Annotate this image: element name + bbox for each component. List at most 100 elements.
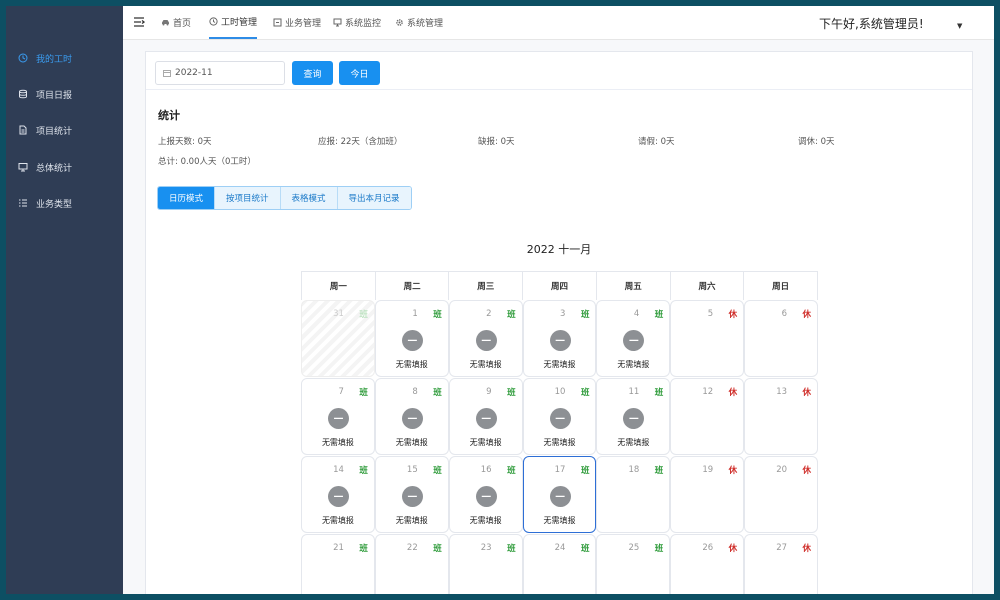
calendar-day-cell[interactable]: 18 班 (596, 456, 671, 533)
no-report-needed-icon: — (623, 408, 645, 429)
no-report-needed-icon: — (401, 330, 423, 351)
calendar-day-cell[interactable]: 2 班 — 无需填报 (448, 300, 523, 377)
app-window: 我的工时 项目日报 项目统计 总体统计 业务类型 首页 工时管理 业务管理 系统… (6, 6, 994, 594)
sidebar-item-project-stats[interactable]: 项目统计 (6, 112, 123, 148)
calendar-day-cell[interactable]: 4 班 — 无需填报 (596, 300, 671, 377)
calendar-day-cell[interactable]: 5休 (670, 300, 745, 377)
no-report-needed-icon: — (401, 486, 423, 507)
day-number: 5 (707, 309, 714, 319)
report-status-text: 无需填报 (543, 516, 576, 525)
report-status-text: 无需填报 (617, 438, 650, 447)
sidebar-item-label: 项目日报 (36, 90, 73, 101)
calendar-day-cell[interactable]: 3 班 — 无需填报 (522, 300, 597, 377)
sidebar-item-overall-stats[interactable]: 总体统计 (6, 149, 123, 185)
calendar-day-cell[interactable]: 21 班 (301, 534, 375, 594)
calendar-day-cell[interactable]: 15 班 — 无需填报 (374, 456, 449, 533)
workday-tag: 班 (359, 544, 368, 554)
calendar-day-cell[interactable]: 6休 (744, 300, 819, 377)
sidebar-item-my-hours[interactable]: 我的工时 (6, 40, 123, 76)
sidebar-item-business-type[interactable]: 业务类型 (6, 185, 123, 221)
no-report-needed-icon: — (475, 330, 497, 351)
stat-required-days: 应报: 22天（含加班） (318, 137, 403, 147)
rest-day-tag: 休 (802, 544, 812, 554)
rest-day-tag: 休 (802, 310, 812, 320)
calendar-day-cell[interactable]: 12 休 (670, 378, 745, 455)
day-number: 8 (412, 387, 418, 397)
sidebar-item-label: 总体统计 (36, 163, 73, 174)
day-number: 25 (628, 543, 640, 553)
report-status-text: 无需填报 (469, 438, 502, 447)
report-status-text: 无需填报 (469, 360, 502, 369)
report-status-text: 无需填报 (543, 360, 576, 369)
weekday-label: 周六 (671, 272, 745, 300)
calendar-day-cell[interactable]: 1 班 — 无需填报 (374, 300, 449, 377)
calendar-day-cell[interactable]: 31 班 (301, 300, 375, 377)
day-number: 1 (412, 309, 418, 319)
day-number: 21 (333, 543, 344, 553)
tab-hours-management[interactable]: 工时管理 (209, 6, 258, 39)
workday-tag: 班 (507, 544, 516, 554)
calendar-day-cell[interactable]: 24 班 (522, 534, 597, 594)
query-button[interactable]: 查询 (292, 61, 333, 85)
calendar-day-cell[interactable]: 13 休 (744, 378, 819, 455)
sidebar-item-label: 项目统计 (36, 126, 73, 137)
calendar-day-cell[interactable]: 10 班 — 无需填报 (522, 378, 597, 455)
workday-tag: 班 (507, 310, 516, 320)
workday-tag: 班 (654, 544, 664, 554)
calendar-day-cell[interactable]: 11 班 — 无需填报 (596, 378, 671, 455)
menu-toggle-icon[interactable] (133, 16, 146, 28)
calendar-day-cell[interactable]: 25 班 (596, 534, 671, 594)
car-icon (161, 18, 170, 27)
calendar-day-cell[interactable]: 7 班 — 无需填报 (301, 378, 375, 455)
report-status-text: 无需填报 (321, 516, 354, 525)
day-number: 3 (560, 309, 566, 319)
today-button[interactable]: 今日 (339, 61, 380, 85)
calendar-day-cell[interactable]: 22 班 (374, 534, 449, 594)
day-number: 2 (486, 309, 492, 319)
day-number: 31 (333, 309, 344, 319)
user-menu-caret-icon[interactable]: ▼ (957, 22, 962, 30)
calendar-day-cell[interactable]: 16 班 — 无需填报 (448, 456, 523, 533)
day-number: 10 (554, 387, 566, 397)
month-value: 2022-11 (175, 68, 213, 78)
workday-tag: 班 (433, 388, 442, 398)
user-greeting[interactable]: 下午好,系统管理员! (819, 15, 924, 32)
table-mode-button[interactable]: 表格模式 (280, 187, 338, 209)
clock-icon (18, 53, 28, 63)
calendar-day-cell[interactable]: 23 班 (448, 534, 523, 594)
weekday-label: 周日 (772, 282, 790, 292)
tab-system-monitor[interactable]: 系统监控 (333, 6, 381, 39)
workday-tag: 班 (359, 388, 368, 398)
weekday-label: 周五 (597, 272, 671, 300)
workday-tag: 班 (359, 466, 368, 476)
month-picker-input[interactable]: 2022-11 (155, 61, 285, 85)
sidebar-item-daily-report[interactable]: 项目日报 (6, 76, 123, 112)
report-status-text: 无需填报 (321, 438, 354, 447)
stats-title: 统计 (158, 109, 180, 122)
calendar-day-cell[interactable]: 14 班 — 无需填报 (301, 456, 375, 533)
report-status-text: 无需填报 (395, 516, 428, 525)
day-number: 13 (776, 387, 788, 397)
export-month-button[interactable]: 导出本月记录 (337, 187, 411, 209)
calendar-day-cell-today[interactable]: 17 班 — 无需填报 (522, 456, 597, 533)
rest-day-tag: 休 (728, 544, 738, 554)
tab-home[interactable]: 首页 (161, 6, 191, 39)
calendar-day-cell[interactable]: 19 休 (670, 456, 745, 533)
no-report-needed-icon: — (475, 408, 497, 429)
project-stats-mode-button[interactable]: 按项目统计 (215, 187, 281, 209)
calendar-day-cell[interactable]: 8 班 — 无需填报 (374, 378, 449, 455)
calendar-day-cell[interactable]: 26 休 (670, 534, 745, 594)
calendar-day-cell[interactable]: 27 休 (744, 534, 819, 594)
day-number: 6 (781, 309, 788, 319)
monitor-icon (333, 18, 342, 27)
calendar-day-cell[interactable]: 9 班 — 无需填报 (448, 378, 523, 455)
tab-business-management[interactable]: 业务管理 (273, 6, 321, 39)
stat-leave-days: 请假: 0天 (638, 137, 675, 147)
report-status-text: 无需填报 (543, 438, 576, 447)
stat-reported-days: 上报天数: 0天 (158, 137, 212, 147)
calendar-day-cell[interactable]: 20 休 (744, 456, 819, 533)
calendar-mode-button[interactable]: 日历模式 (158, 187, 216, 209)
tab-system-management[interactable]: 系统管理 (395, 6, 443, 39)
no-report-needed-icon: — (549, 330, 571, 351)
report-status-text: 无需填报 (395, 438, 428, 447)
